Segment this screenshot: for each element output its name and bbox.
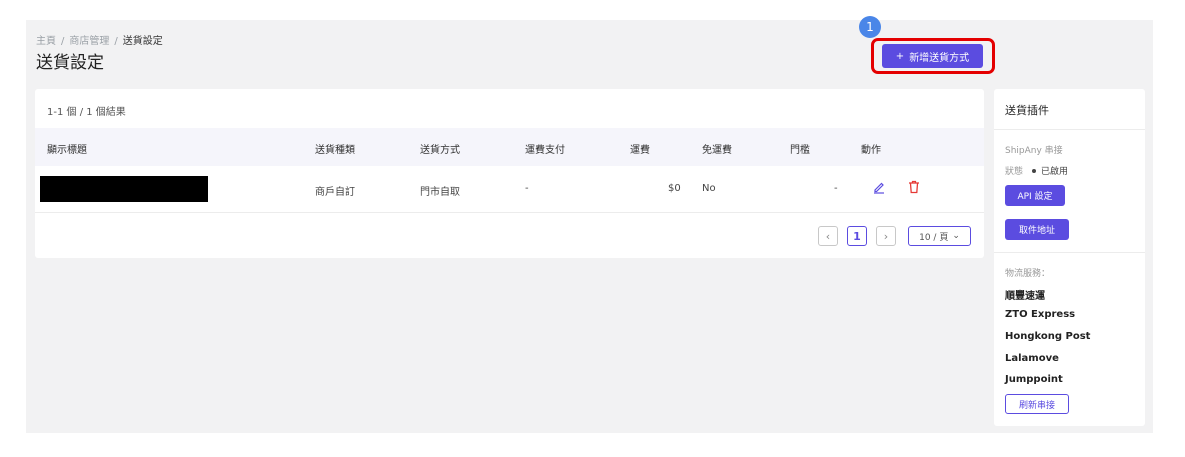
breadcrumb-separator: /	[61, 36, 65, 47]
status-label: 狀態	[1005, 167, 1024, 177]
delete-icon[interactable]	[908, 180, 920, 194]
service-item: Lalamove	[1005, 353, 1059, 364]
breadcrumb-home[interactable]: 主頁	[36, 36, 56, 47]
page-title: 送貨設定	[36, 53, 104, 73]
status-dot-icon	[1032, 169, 1037, 173]
service-item: Hongkong Post	[1005, 331, 1091, 342]
edit-icon[interactable]	[872, 180, 886, 194]
column-header-title: 顯示標題	[47, 145, 87, 156]
column-header-free-shipping: 免運費	[702, 145, 732, 156]
service-item: ZTO Express	[1005, 309, 1076, 320]
column-header-actions: 動作	[861, 145, 881, 156]
plugin-status: 狀態 已啟用	[1005, 164, 1068, 177]
page-size-value: 10 / 頁	[919, 232, 949, 243]
add-shipping-method-label: 新增送貨方式	[909, 52, 970, 64]
column-header-method: 送貨方式	[420, 145, 460, 156]
cell-payment: -	[525, 183, 529, 194]
breadcrumb-current: 送貨設定	[122, 36, 163, 47]
page-1-button[interactable]: 1	[847, 226, 867, 246]
cell-method: 門市自取	[420, 187, 460, 198]
plus-icon: +	[895, 50, 905, 62]
plugin-provider: ShipAny 串接	[1005, 146, 1063, 156]
plugin-title: 送貨插件	[1005, 104, 1049, 117]
refresh-connection-button[interactable]: 刷新串接	[1005, 394, 1069, 414]
cell-type: 商戶自訂	[315, 187, 355, 198]
column-header-threshold: 門檻	[790, 145, 810, 156]
add-shipping-method-button[interactable]: + 新增送貨方式	[882, 44, 983, 68]
column-header-type: 送貨種類	[315, 145, 355, 156]
breadcrumb-separator: /	[114, 36, 118, 47]
cell-threshold: -	[834, 183, 838, 194]
next-page-button[interactable]: ›	[876, 226, 896, 246]
divider	[994, 129, 1145, 130]
divider	[994, 252, 1145, 253]
pickup-address-button[interactable]: 取件地址	[1005, 219, 1069, 240]
service-item: 順豐速運	[1005, 291, 1045, 302]
shipping-table-card: 1-1 個 / 1 個結果 顯示標題 送貨種類 送貨方式 運費支付 運費 免運費…	[35, 89, 984, 258]
status-value: 已啟用	[1041, 167, 1069, 177]
breadcrumb: 主頁 / 商店管理 / 送貨設定	[36, 32, 163, 47]
column-header-fee: 運費	[630, 145, 650, 156]
page-size-select[interactable]: 10 / 頁 ⌄	[908, 226, 971, 246]
column-header-payment: 運費支付	[525, 145, 565, 156]
step-badge: 1	[859, 16, 881, 38]
prev-page-button[interactable]: ‹	[818, 226, 838, 246]
breadcrumb-store[interactable]: 商店管理	[69, 36, 109, 47]
cell-fee: $0	[668, 183, 681, 194]
table-header: 顯示標題 送貨種類 送貨方式 運費支付 運費 免運費 門檻 動作	[35, 128, 984, 166]
shipping-plugin-panel: 送貨插件 ShipAny 串接 狀態 已啟用 API 設定 取件地址 物流服務： …	[994, 89, 1145, 426]
redacted-title	[40, 176, 208, 202]
services-label: 物流服務：	[1005, 269, 1051, 279]
cell-free-shipping: No	[702, 183, 716, 194]
api-settings-button[interactable]: API 設定	[1005, 185, 1065, 206]
result-count: 1-1 個 / 1 個結果	[47, 107, 126, 118]
chevron-down-icon: ⌄	[952, 231, 960, 241]
table-row[interactable]: 商戶自訂 門市自取 - $0 No -	[35, 166, 984, 213]
service-item: Jumppoint	[1005, 374, 1063, 385]
